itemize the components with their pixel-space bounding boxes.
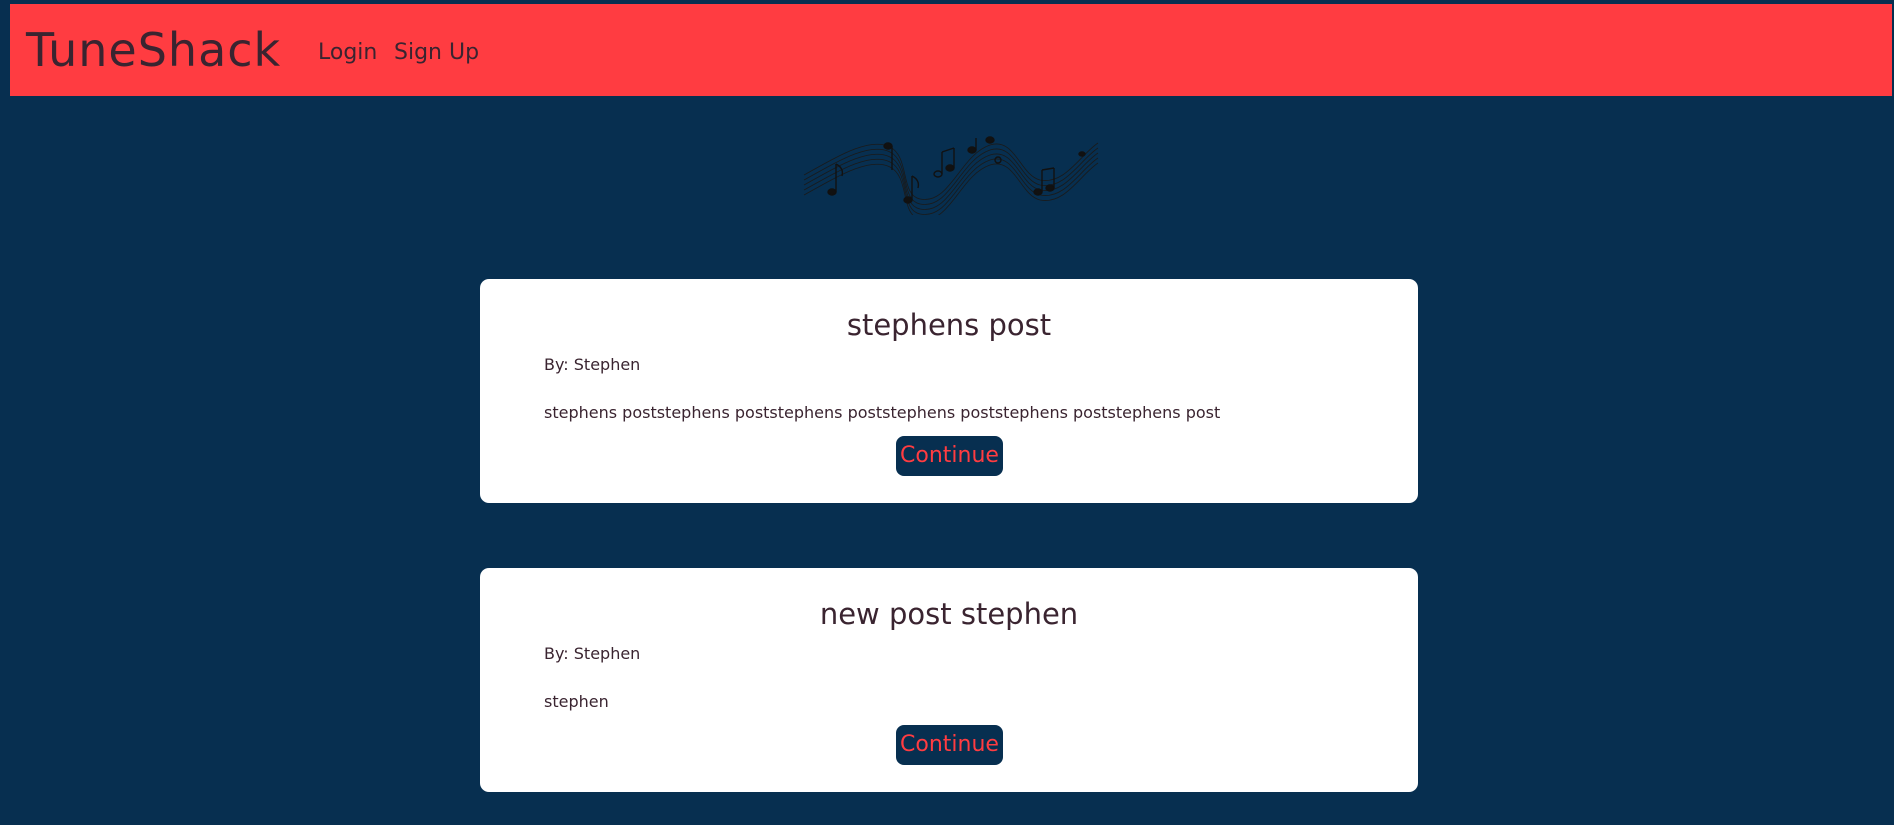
continue-button[interactable]: Continue bbox=[896, 436, 1003, 476]
continue-button[interactable]: Continue bbox=[896, 725, 1003, 765]
post-author: By: Stephen bbox=[544, 644, 641, 663]
brand-logo-link[interactable]: TuneShack bbox=[26, 23, 281, 77]
music-notes-staff-icon bbox=[800, 130, 1100, 220]
post-title: new post stephen bbox=[819, 597, 1079, 631]
signup-link[interactable]: Sign Up bbox=[394, 39, 479, 67]
post-body: stephen bbox=[544, 692, 609, 711]
post-author: By: Stephen bbox=[544, 355, 641, 374]
post-card: stephens post By: Stephen stephens posts… bbox=[480, 279, 1418, 503]
post-body: stephens poststephens poststephens posts… bbox=[544, 403, 1221, 422]
post-card: new post stephen By: Stephen stephen Con… bbox=[480, 568, 1418, 792]
login-link[interactable]: Login bbox=[318, 39, 377, 67]
post-title: stephens post bbox=[846, 308, 1052, 342]
navbar: TuneShack Login Sign Up bbox=[10, 4, 1892, 96]
